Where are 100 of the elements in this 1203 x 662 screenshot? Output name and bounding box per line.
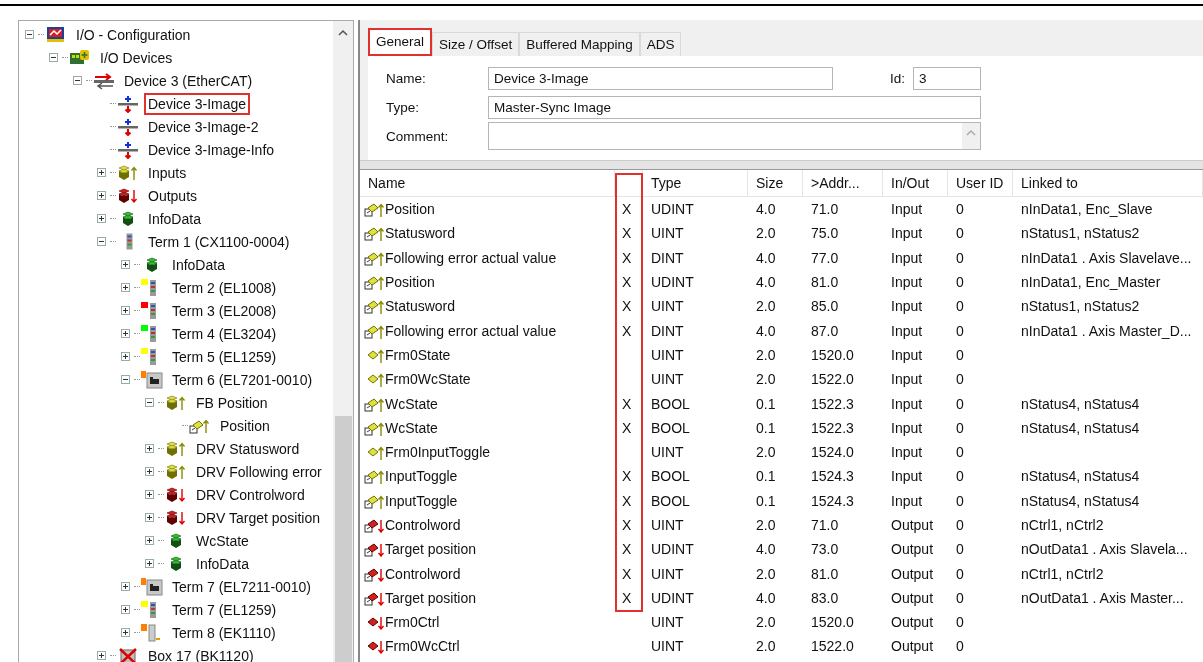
tab[interactable]: Buffered Mapping (519, 32, 640, 56)
image-icon (117, 117, 139, 136)
tree-item[interactable]: I/O - Configuration (72, 23, 195, 46)
tree-item[interactable]: Term 2 (EL1008) (168, 276, 281, 299)
tree-item[interactable]: Term 8 (EK1110) (168, 621, 280, 644)
tree-item[interactable]: DRV Following error (192, 460, 326, 483)
column-header[interactable]: In/Out (883, 170, 948, 197)
input-field[interactable]: Master-Sync Image (488, 96, 981, 119)
tree-item[interactable]: Term 6 (EL7201-0010) (168, 368, 317, 391)
tree-item[interactable]: DRV Controlword (192, 483, 309, 506)
expand-icon[interactable] (145, 559, 154, 568)
table-cell-text: 1524.0 (810, 443, 855, 463)
table-cell-text: nCtrl1, nCtrl2 (1020, 564, 1105, 584)
column-header[interactable]: User ID (948, 170, 1013, 197)
column-header[interactable]: Name (360, 170, 615, 197)
expand-icon[interactable] (97, 214, 106, 223)
table-cell: Target position (385, 589, 477, 606)
scroll-thumb[interactable] (334, 416, 352, 662)
tree-item[interactable]: FB Position (192, 391, 272, 414)
tab[interactable]: ADS (639, 32, 682, 56)
input-stack-icon (117, 163, 139, 182)
expand-icon[interactable] (121, 329, 130, 338)
column-header[interactable] (615, 170, 643, 197)
table-cell-text: Input (890, 321, 924, 341)
tree-item[interactable]: DRV Target position (192, 506, 324, 529)
tree-item[interactable]: Term 1 (CX1100-0004) (144, 230, 294, 253)
collapse-icon[interactable] (145, 398, 154, 407)
table-cell-text: Input (890, 345, 924, 365)
tree-item[interactable]: DRV Statusword (192, 437, 304, 460)
collapse-icon[interactable] (25, 30, 34, 39)
linked-output-icon (364, 517, 384, 533)
network-device-icon (93, 71, 115, 90)
expand-icon[interactable] (121, 283, 130, 292)
collapse-icon[interactable] (49, 53, 58, 62)
tree-item[interactable]: Device 3-Image (144, 92, 251, 115)
tab[interactable]: General (368, 28, 433, 56)
comment-field[interactable] (488, 122, 981, 150)
table-cell-text: 81.0 (810, 564, 840, 584)
expand-icon[interactable] (145, 536, 154, 545)
table-cell-text: X (621, 248, 633, 268)
table-cell-text: X (621, 273, 633, 293)
expand-icon[interactable] (97, 651, 106, 660)
table-cell-text: 0 (955, 200, 965, 220)
tree-item[interactable]: Term 7 (EL7211-0010) (168, 575, 316, 598)
table-cell: Controlword (385, 517, 461, 533)
tree-item[interactable]: Term 5 (EL1259) (168, 345, 281, 368)
table-cell-text: UINT (650, 345, 685, 365)
tree-item[interactable]: Term 7 (EL1259) (168, 598, 281, 621)
expand-icon[interactable] (121, 605, 130, 614)
tree-item[interactable]: Term 4 (EL3204) (168, 322, 281, 345)
table-cell-text: Input (890, 467, 924, 487)
table-cell: Controlword (385, 565, 461, 582)
table-cell-text: X (621, 540, 633, 560)
tree-item[interactable]: Position (216, 414, 274, 437)
table-cell-text: Input (890, 200, 924, 220)
expand-icon[interactable] (145, 467, 154, 476)
expand-icon[interactable] (121, 628, 130, 637)
input-field[interactable]: 3 (913, 67, 981, 90)
scrollbar[interactable] (333, 21, 353, 662)
table-cell-text: Input (890, 297, 924, 317)
tree-item[interactable]: InfoData (168, 253, 229, 276)
tree-item[interactable]: InfoData (192, 552, 253, 575)
tree-item[interactable]: Outputs (144, 184, 202, 207)
table-cell-text: DINT (650, 248, 685, 268)
input-stack-icon (165, 462, 187, 481)
expand-icon[interactable] (97, 168, 106, 177)
table-cell-text: 0 (955, 345, 965, 365)
table-cell-text: 0 (955, 613, 965, 633)
tree-item[interactable]: Term 3 (EL2008) (168, 299, 281, 322)
scroll-up-icon[interactable] (338, 29, 348, 37)
tree-item[interactable]: Device 3 (EtherCAT) (120, 69, 257, 92)
column-header[interactable]: Linked to (1013, 170, 1203, 197)
column-header[interactable]: >Addr... (803, 170, 883, 197)
tree-item[interactable]: Inputs (144, 161, 191, 184)
table-cell: InputToggle (385, 492, 458, 509)
column-header[interactable]: Type (643, 170, 748, 197)
tree-item[interactable]: InfoData (144, 207, 205, 230)
expand-icon[interactable] (121, 352, 130, 361)
expand-icon[interactable] (121, 582, 130, 591)
expand-icon[interactable] (145, 490, 154, 499)
expand-icon[interactable] (145, 444, 154, 453)
collapse-icon[interactable] (73, 76, 82, 85)
tree-item[interactable]: WcState (192, 529, 253, 552)
tree-item[interactable]: Device 3-Image-2 (144, 115, 263, 138)
collapse-icon[interactable] (97, 237, 106, 246)
expand-icon[interactable] (121, 260, 130, 269)
column-header[interactable]: Size (748, 170, 803, 197)
expand-icon[interactable] (97, 191, 106, 200)
expand-icon[interactable] (145, 513, 154, 522)
collapse-icon[interactable] (121, 375, 130, 384)
table-cell: Statusword (385, 298, 456, 315)
tab[interactable]: Size / Offset (432, 32, 520, 56)
expand-icon[interactable] (121, 306, 130, 315)
input-field[interactable]: Device 3-Image (488, 67, 833, 90)
table-cell-text: 71.0 (810, 200, 840, 220)
tree-item[interactable]: I/O Devices (96, 46, 177, 69)
configuration-icon (45, 25, 67, 44)
tree-item[interactable]: Device 3-Image-Info (144, 138, 279, 161)
table-cell: Position (385, 201, 435, 218)
table-cell-text: 2.0 (755, 370, 777, 390)
